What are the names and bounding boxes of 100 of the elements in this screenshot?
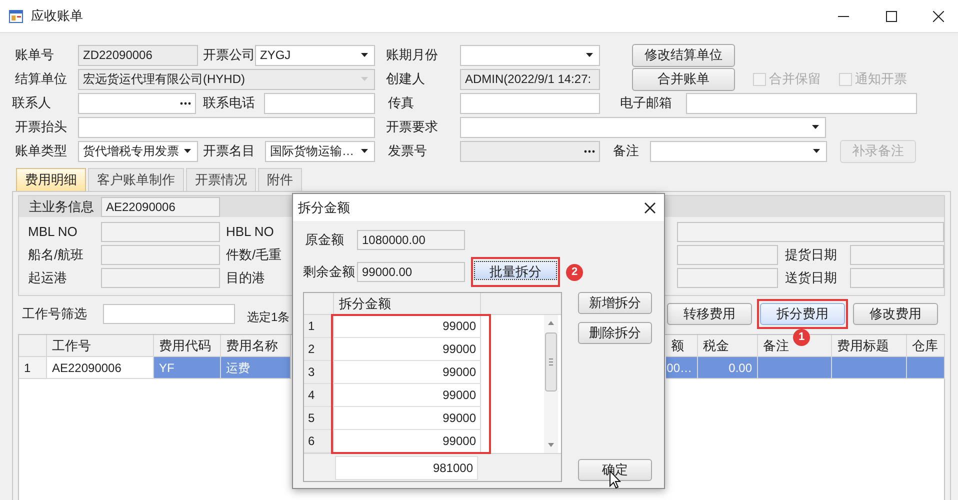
dropdown-field[interactable]: 国际货物运输… [265,140,375,162]
field-label: 开票名目 [202,142,256,160]
field-label: 目的港 [225,269,266,288]
selection-count: 选定1条 [247,309,290,326]
dropdown-field[interactable]: 货代增税专用发票 [78,140,198,162]
text-field[interactable] [677,222,944,242]
text-field[interactable]: ZD22090006 [78,44,198,66]
text-field[interactable] [850,268,944,288]
step-badge: 1 [793,329,810,346]
field-label: 传真 [387,94,415,112]
dropdown-field[interactable] [650,140,827,162]
caret-icon [586,53,593,57]
field-label: 提货日期 [784,246,838,264]
lookup-field[interactable] [78,92,196,114]
table-cell: 99000 [334,384,481,406]
field-label: HBL NO [225,223,275,242]
scrollbar[interactable] [544,315,558,453]
caret-icon [361,149,368,153]
table-cell: 0.00 [698,357,758,378]
field-label: 件数/毛重 [225,246,283,264]
field-label: 账期月份 [385,46,439,64]
batch-split-button[interactable]: 批量拆分 [474,261,557,280]
checkbox-label: 通知开票 [855,70,907,88]
table-cell: YF [154,357,221,378]
ellipsis-icon [180,102,191,104]
text-field[interactable] [850,245,944,265]
text-field[interactable] [677,245,778,265]
caret-icon [361,77,368,81]
field-label: 备注 [612,142,640,160]
text-field[interactable]: 99000.00 [357,262,465,282]
tab[interactable]: 开票情况 [186,168,256,191]
column-header[interactable]: 额 [666,335,698,356]
maximize-icon[interactable] [886,10,897,22]
field-label: 发票号 [387,142,428,160]
field-label: 联系人 [11,94,52,112]
table-cell: 00… [666,357,698,378]
field-label: 开票公司 [202,46,255,64]
table-cell: 99000 [334,315,481,337]
table-cell: 99000 [334,361,481,383]
text-field[interactable]: 1080000.00 [357,230,465,250]
field-label: 创建人 [385,70,426,88]
text-field[interactable] [101,222,220,242]
total-cell: 981000 [335,456,478,480]
field-label: 结算单位 [14,70,68,88]
dialog-button[interactable]: 删除拆分 [578,322,652,344]
window-title: 应收账单 [31,7,83,26]
text-field[interactable] [264,92,375,114]
field-label: 账单类型 [14,142,68,160]
tab[interactable]: 附件 [258,168,302,191]
table-cell: 99000 [334,430,481,452]
text-field[interactable] [101,268,220,288]
row-number: 1 [19,357,47,378]
table-cell: 99000 [334,338,481,360]
form-button[interactable]: 修改结算单位 [632,44,735,66]
column-header[interactable]: 仓库 [907,335,945,356]
field-label: 账单号 [14,46,55,64]
close-icon[interactable] [644,202,656,214]
field-label: MBL NO [27,223,78,242]
field-label: 剩余金额 [303,263,356,282]
text-field[interactable]: ADMIN(2022/9/1 14:27: [460,68,600,90]
column-header[interactable]: 费用标题 [832,335,907,356]
action-button[interactable]: 转移费用 [667,302,752,325]
text-field[interactable] [677,268,778,288]
lookup-field[interactable] [460,140,600,162]
form-button[interactable]: 合并账单 [632,68,735,90]
dropdown-field[interactable] [460,116,826,138]
table-cell: 运费 [221,357,291,378]
column-header[interactable]: 拆分金额 [334,293,481,314]
field-label: 开票要求 [385,118,439,136]
column-header[interactable]: 税金 [698,335,758,356]
action-button[interactable]: 拆分费用 [760,302,845,325]
field-label: 电子邮箱 [619,94,673,112]
tab[interactable]: 客户账单制作 [88,168,184,191]
table-cell: 99000 [334,407,481,429]
field-label: 起运港 [27,269,68,288]
close-icon[interactable] [933,10,944,22]
tab[interactable]: 费用明细 [16,168,86,191]
field-label: 送货日期 [784,269,838,288]
dropdown-field[interactable]: ZYGJ [255,44,375,66]
text-field[interactable] [103,304,235,324]
ellipsis-icon [584,150,595,152]
caret-icon [812,125,819,129]
column-header[interactable]: 费用名称 [221,335,291,356]
action-button[interactable]: 修改费用 [853,302,938,325]
field-label: 开票抬头 [14,118,68,136]
text-field[interactable] [78,116,375,138]
step-badge: 2 [566,264,583,280]
field-label: 原金额 [304,231,345,250]
text-field[interactable] [101,245,220,265]
column-header[interactable]: 费用代码 [154,335,221,356]
caret-icon [184,149,191,153]
app-icon [9,10,23,22]
text-field[interactable] [460,92,600,114]
checkbox-label: 合并保留 [769,70,821,88]
text-field[interactable]: AE22090006 [101,196,220,216]
text-field[interactable] [686,92,917,114]
caret-icon [361,53,368,57]
column-header[interactable]: 工作号 [47,335,154,356]
dropdown-field[interactable] [460,44,600,66]
dialog-button[interactable]: 新增拆分 [578,292,652,314]
